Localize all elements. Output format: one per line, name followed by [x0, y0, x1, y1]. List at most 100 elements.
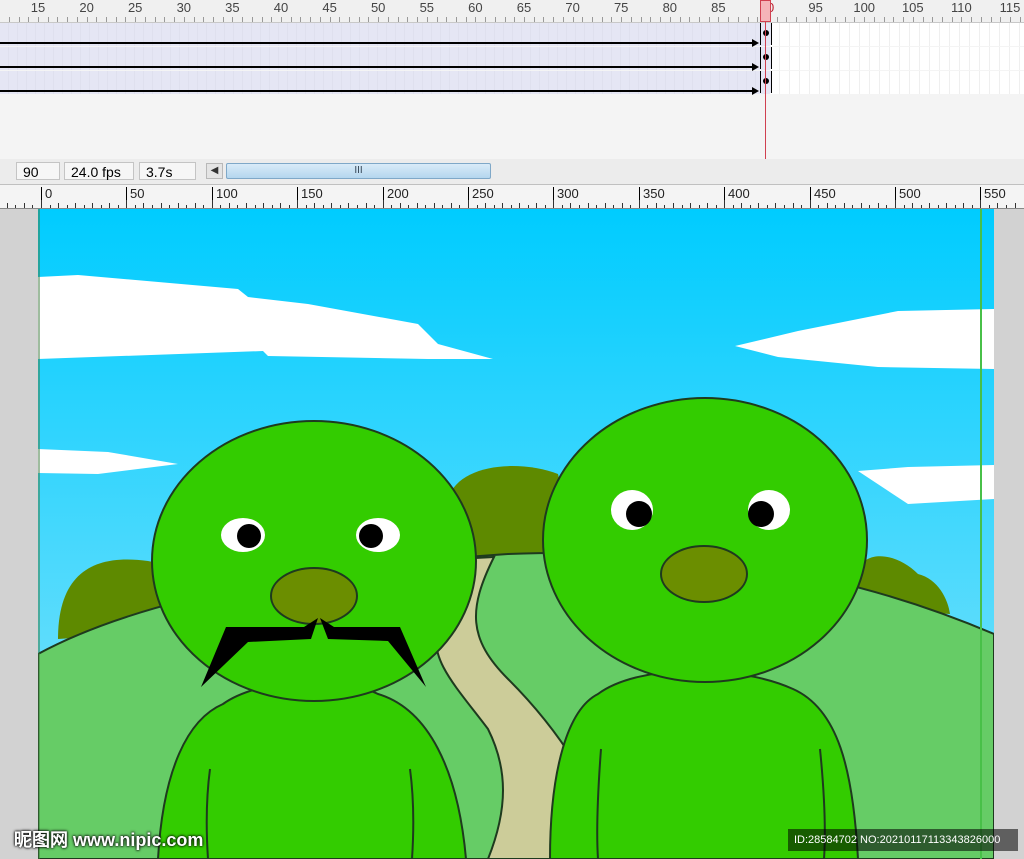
ruler-tick [314, 203, 315, 208]
ruler-tick [963, 203, 964, 208]
frame-tick [174, 17, 175, 22]
ruler-tick [58, 203, 59, 208]
frame-tick [573, 17, 574, 22]
ruler-tick [1015, 203, 1016, 208]
frame-tick [534, 17, 535, 22]
frame-tick [203, 17, 204, 22]
frame-tick [1000, 17, 1001, 22]
frame-tick [524, 17, 525, 22]
frame-rate-field[interactable]: 24.0 fps [64, 162, 134, 180]
frame-tick [602, 17, 603, 22]
ruler-label: 500 [895, 187, 921, 201]
frame-tick [981, 17, 982, 22]
frame-ruler[interactable]: 1520253035404550556065707580859095100105… [0, 0, 1024, 23]
frame-tick [28, 17, 29, 22]
ruler-label: 300 [553, 187, 579, 201]
ruler-tick [545, 205, 546, 208]
ruler-tick [7, 203, 8, 208]
ruler-tick [67, 205, 68, 208]
frame-tick [621, 17, 622, 22]
scroll-left-arrow-icon[interactable]: ◀ [206, 163, 223, 179]
frame-tick [271, 17, 272, 22]
frame-tick [446, 17, 447, 22]
ruler-tick [203, 205, 204, 208]
playhead-line [765, 0, 766, 159]
frame-tick [437, 17, 438, 22]
frame-number: 65 [516, 0, 532, 15]
frame-tick [854, 17, 855, 22]
frame-tick [816, 17, 817, 22]
ruler-tick [126, 200, 127, 208]
ruler-tick [639, 200, 640, 208]
frame-tick [223, 17, 224, 22]
frame-tick [952, 17, 953, 22]
ruler-tick [844, 203, 845, 208]
playhead[interactable] [760, 0, 771, 22]
frame-tick [38, 17, 39, 22]
ruler-tick [340, 205, 341, 208]
frame-tick [388, 17, 389, 22]
ruler-tick [579, 205, 580, 208]
ruler-tick [272, 205, 273, 208]
ruler-tick [451, 203, 452, 208]
ruler-label: 50 [126, 187, 144, 201]
empty-frames[interactable] [770, 23, 1024, 46]
ruler-tick [178, 203, 179, 208]
ruler-tick [972, 205, 973, 208]
keyframe[interactable] [760, 71, 772, 93]
frame-tick [505, 17, 506, 22]
ruler-tick [801, 205, 802, 208]
empty-frames[interactable] [770, 71, 1024, 94]
frame-tick [87, 17, 88, 22]
stage-area[interactable] [0, 209, 1024, 859]
frame-tick [77, 17, 78, 22]
empty-frames[interactable] [770, 47, 1024, 70]
frame-tick [164, 17, 165, 22]
frame-tick [427, 17, 428, 22]
ruler-tick [169, 205, 170, 208]
ruler-label: 550 [980, 187, 1006, 201]
ruler-tick [955, 205, 956, 208]
ruler-tick [904, 205, 905, 208]
frame-tick [845, 17, 846, 22]
frame-number: 25 [127, 0, 143, 15]
frame-number: 105 [901, 0, 924, 15]
ruler-tick [15, 205, 16, 208]
ruler-tick [32, 205, 33, 208]
frame-tick [961, 17, 962, 22]
frame-tick [330, 17, 331, 22]
pupil [359, 524, 383, 548]
frame-tick [631, 17, 632, 22]
keyframe[interactable] [760, 23, 772, 45]
ruler-tick [562, 205, 563, 208]
frame-tick [874, 17, 875, 22]
frame-number: 115 [999, 0, 1021, 15]
elapsed-time-field: 3.7s [139, 162, 196, 180]
frame-number: 40 [273, 0, 289, 15]
ruler-tick [1006, 205, 1007, 208]
frame-number: 75 [613, 0, 629, 15]
pupil [237, 524, 261, 548]
frame-tick [106, 17, 107, 22]
frame-tick [913, 17, 914, 22]
ruler-tick [818, 205, 819, 208]
frame-tick [232, 17, 233, 22]
frame-tick [9, 17, 10, 22]
timeline-scroll-thumb[interactable]: III [226, 163, 491, 179]
timeline-panel: 1520253035404550556065707580859095100105… [0, 0, 1024, 160]
keyframe[interactable] [760, 47, 772, 69]
ruler-tick [143, 203, 144, 208]
frame-number: 110 [951, 0, 972, 15]
frame-tick [125, 17, 126, 22]
ruler-tick [280, 203, 281, 208]
ruler-tick [477, 205, 478, 208]
frame-number: 55 [419, 0, 435, 15]
ruler-tick [536, 203, 537, 208]
ruler-tick [50, 205, 51, 208]
frame-tick [660, 17, 661, 22]
ruler-tick [519, 203, 520, 208]
frame-number: 70 [565, 0, 580, 15]
stage-canvas[interactable] [38, 209, 994, 859]
ruler-tick [212, 200, 213, 208]
frame-tick [252, 17, 253, 22]
